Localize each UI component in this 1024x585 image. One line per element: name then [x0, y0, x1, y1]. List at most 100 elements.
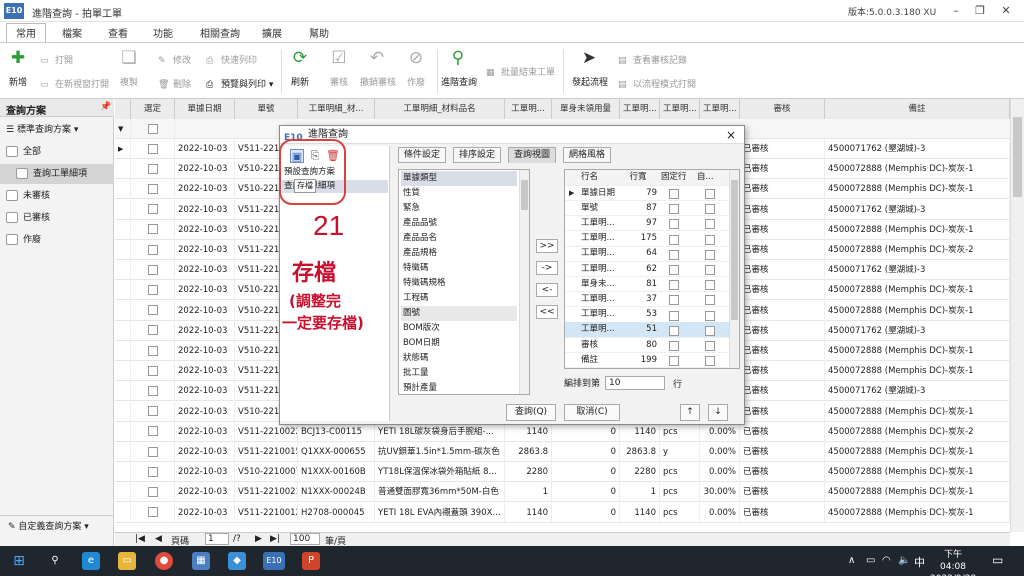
checkbox[interactable] [147, 325, 158, 336]
custom-scheme-button[interactable]: ✎ 自定義查詢方案 ▾ [0, 515, 114, 537]
table-row[interactable]: 2022-10-03 V511-2210015 Q1XXX-000655 抗UV鋇華1… [115, 442, 1010, 462]
sidebar-item-unreviewed[interactable]: 未審核 [0, 186, 114, 206]
column-width[interactable]: 80 [623, 338, 657, 353]
row-select-cell[interactable] [131, 341, 175, 361]
row-select-cell[interactable] [131, 280, 175, 301]
menu-help[interactable]: 幫助 [309, 25, 329, 40]
remove-button[interactable]: <- [536, 283, 558, 297]
column-row[interactable]: 審核 80 [565, 338, 729, 353]
column-width[interactable]: 175 [623, 231, 657, 246]
column-row[interactable]: 工單明... 51 [565, 322, 729, 338]
field-item[interactable]: 特徵碼規格 [401, 276, 517, 291]
edge-icon[interactable]: e [82, 552, 100, 570]
column-width[interactable]: 97 [623, 216, 657, 231]
page-input[interactable]: 1 [205, 533, 229, 545]
quick-print-button[interactable]: ⎙ 快速列印 [206, 53, 257, 66]
checkbox[interactable] [147, 183, 158, 194]
move-down-button[interactable]: ↓ [708, 404, 728, 421]
scheme-select[interactable]: ☰ 標準查詢方案 ▾ [0, 120, 114, 140]
sidebar-item-void[interactable]: 作廢 [0, 230, 114, 250]
column-row[interactable]: 工單明... 64 [565, 246, 729, 262]
row-select-cell[interactable] [131, 502, 175, 523]
field-item[interactable]: 產品品號 [401, 216, 517, 231]
col-header-material[interactable]: 工單明細_材... [298, 99, 375, 119]
field-item[interactable]: 產品品名 [401, 231, 517, 246]
tab-sort[interactable]: 排序設定 [453, 147, 502, 163]
col-header-select[interactable]: 選定 [131, 99, 175, 119]
network-icon[interactable]: ▭ [866, 555, 875, 566]
field-item[interactable]: 批工量 [401, 366, 517, 381]
column-row[interactable]: 工單明... 53 [565, 307, 729, 323]
query-button[interactable]: 查詢(Q) [506, 404, 556, 421]
remove-all-button[interactable]: << [536, 305, 558, 319]
row-select-cell[interactable] [131, 421, 175, 442]
chrome-icon[interactable]: ● [155, 552, 173, 570]
column-row[interactable]: 備註 199 [565, 353, 729, 368]
menu-related-query[interactable]: 相關查詢 [200, 25, 240, 40]
field-item[interactable]: 狀態碼 [401, 351, 517, 366]
vertical-scrollbar[interactable] [1010, 99, 1024, 532]
windows-start-icon[interactable]: ⊞ [10, 552, 28, 570]
field-item[interactable]: 性質 [401, 186, 517, 201]
checkbox[interactable] [147, 446, 158, 457]
page-size-input[interactable]: 100 [290, 533, 320, 545]
tab-condition[interactable]: 條件設定 [398, 147, 447, 163]
checkbox[interactable] [147, 163, 158, 174]
checkbox[interactable] [147, 507, 158, 518]
column-width[interactable]: 81 [623, 277, 657, 292]
pin-icon[interactable]: 📌 [100, 102, 111, 112]
table-row[interactable]: 2022-10-03 V511-2210012 H2708-000045 YETI 1… [115, 502, 1010, 523]
row-select-cell[interactable] [131, 240, 175, 260]
field-item[interactable]: 特徵碼 [401, 261, 517, 276]
prev-page-icon[interactable]: ◀ [155, 534, 162, 544]
column-row[interactable]: ▶ 單據日期 79 [565, 186, 729, 201]
field-item[interactable]: 產品規格 [401, 246, 517, 261]
filter-select[interactable] [131, 119, 175, 139]
col-header-qty3[interactable]: 工單明... [620, 99, 660, 119]
column-row[interactable]: 單身未... 81 [565, 277, 729, 293]
table-row[interactable]: 2022-10-03 V511-2210021 N1XXX-00024B 普通雙面膠寬… [115, 482, 1010, 503]
powerpoint-icon[interactable]: P [302, 552, 320, 570]
batch-close-button[interactable]: ▦ 批量結束工單 [486, 65, 555, 78]
row-select-cell[interactable] [131, 219, 175, 240]
column-width[interactable]: 64 [623, 246, 657, 261]
first-page-icon[interactable]: |◀ [135, 534, 145, 544]
view-review-log-button[interactable]: ▤ 查看審核記錄 [618, 53, 687, 66]
col-header-percent[interactable]: 工單明... [700, 99, 740, 119]
open-button[interactable]: ▭ 打開 [40, 53, 73, 66]
field-item[interactable]: 工程碼 [401, 291, 517, 306]
field-item[interactable]: BOM版次 [401, 321, 517, 336]
checkbox[interactable] [147, 385, 158, 396]
scroll-thumb[interactable] [1013, 117, 1022, 197]
table-row[interactable]: 2022-10-03 V510-2210007 N1XXX-00160B YT18L保… [115, 462, 1010, 483]
flow-mode-open-button[interactable]: ▤ 以流程模式打開 [618, 77, 696, 90]
delete-button[interactable]: 🗑 刪除 [158, 77, 191, 90]
advanced-query-button[interactable]: ⚲ 進階查詢 [441, 47, 477, 88]
menu-file[interactable]: 檔案 [62, 25, 82, 40]
cancel-button[interactable]: 取消(C) [564, 404, 620, 421]
start-flow-button[interactable]: ➤ 發起流程 [572, 47, 608, 88]
folder-icon[interactable]: ▭ [118, 552, 136, 570]
field-item[interactable]: 圖號 [401, 306, 517, 321]
checkbox[interactable] [147, 345, 158, 356]
row-select-cell[interactable] [131, 179, 175, 200]
dialog-close-icon[interactable]: × [726, 126, 736, 144]
scroll-thumb[interactable] [521, 180, 528, 210]
next-page-icon[interactable]: ▶ [255, 534, 262, 544]
refresh-button[interactable]: ⟳ 刷新 [283, 47, 317, 88]
add-all-button[interactable]: >> [536, 239, 558, 253]
checkbox[interactable] [147, 224, 158, 235]
row-select-cell[interactable] [131, 482, 175, 503]
checkbox[interactable] [147, 143, 158, 154]
move-up-button[interactable]: ↑ [680, 404, 700, 421]
notification-icon[interactable]: ▭ [992, 553, 1003, 567]
column-width[interactable]: 37 [623, 292, 657, 307]
copy-button[interactable]: ❏ 複製 [112, 47, 146, 88]
row-select-cell[interactable] [131, 260, 175, 281]
col-header-qty1[interactable]: 工單明... [505, 99, 552, 119]
checkbox[interactable] [147, 426, 158, 437]
checkbox[interactable] [147, 486, 158, 497]
row-select-cell[interactable] [131, 361, 175, 382]
unreview-button[interactable]: ↶ 撤銷審核 [360, 47, 396, 88]
row-select-cell[interactable] [131, 159, 175, 180]
